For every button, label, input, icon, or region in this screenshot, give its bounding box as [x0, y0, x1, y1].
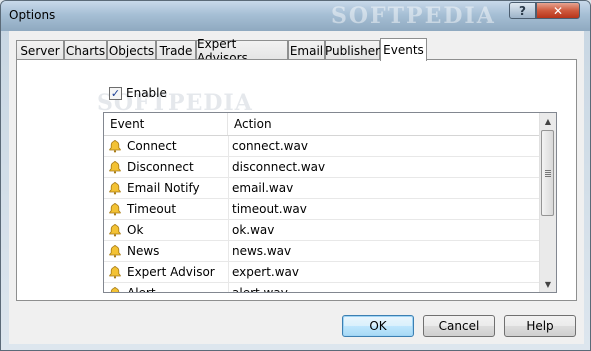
list-item[interactable]: Email Notify email.wav: [104, 178, 541, 199]
list-body: Connect connect.wav Disconnect disconnect.w…: [104, 136, 541, 293]
tab-charts[interactable]: Charts: [64, 40, 107, 60]
bell-icon: [108, 244, 122, 258]
close-button[interactable]: ✕: [536, 2, 580, 19]
ok-button[interactable]: OK: [342, 315, 414, 337]
event-name: Timeout: [127, 202, 177, 216]
event-cell: Timeout: [108, 199, 228, 219]
events-list[interactable]: Event Action Connect connect.wav Disconnec…: [103, 112, 557, 293]
event-cell: Email Notify: [108, 178, 228, 198]
bell-icon: [108, 139, 122, 153]
event-cell: Ok: [108, 220, 228, 240]
list-item[interactable]: Disconnect disconnect.wav: [104, 157, 541, 178]
list-item[interactable]: Alert alert.wav: [104, 283, 541, 293]
vertical-scrollbar[interactable]: ▲ ▼: [539, 113, 556, 292]
list-item[interactable]: News news.wav: [104, 241, 541, 262]
bell-icon: [108, 286, 122, 292]
list-item[interactable]: Connect connect.wav: [104, 136, 541, 157]
list-header: Event Action: [104, 113, 541, 136]
action-cell[interactable]: email.wav: [228, 178, 545, 198]
grip-icon: [544, 169, 551, 177]
tab-expert-advisors[interactable]: Expert Advisors: [196, 37, 288, 65]
close-icon: ✕: [552, 3, 564, 18]
tab-server[interactable]: Server: [16, 40, 64, 60]
bell-icon: [108, 181, 122, 195]
event-cell: News: [108, 241, 228, 261]
title-watermark: SOFTPEDIA: [331, 3, 496, 29]
scroll-down-icon[interactable]: ▼: [540, 276, 556, 292]
column-event[interactable]: Event: [104, 113, 228, 135]
bell-icon: [108, 265, 122, 279]
action-cell[interactable]: ok.wav: [228, 220, 545, 240]
check-icon: ✓: [110, 86, 121, 100]
event-cell: Expert Advisor: [108, 262, 228, 282]
tab-email[interactable]: Email: [288, 40, 325, 60]
options-dialog: SOFTPEDIA Options ? ✕ Server Charts Obje…: [0, 0, 591, 351]
scroll-up-icon[interactable]: ▲: [540, 113, 556, 129]
enable-label[interactable]: Enable: [126, 86, 167, 100]
bell-icon: [108, 160, 122, 174]
tab-events[interactable]: Events: [380, 38, 427, 61]
action-cell[interactable]: disconnect.wav: [228, 157, 545, 177]
event-name: Connect: [127, 139, 177, 153]
event-name: Email Notify: [127, 181, 200, 195]
tab-trade[interactable]: Trade: [156, 40, 196, 60]
event-cell: Alert: [108, 283, 228, 293]
help-button[interactable]: Help: [504, 315, 576, 337]
event-cell: Connect: [108, 136, 228, 156]
event-name: Expert Advisor: [127, 265, 215, 279]
event-name: Alert: [127, 286, 156, 293]
help-title-button[interactable]: ?: [509, 2, 536, 19]
list-item[interactable]: Expert Advisor expert.wav: [104, 262, 541, 283]
list-item[interactable]: Timeout timeout.wav: [104, 199, 541, 220]
event-name: Disconnect: [127, 160, 194, 174]
question-icon: ?: [519, 3, 526, 18]
tab-objects[interactable]: Objects: [107, 40, 156, 60]
bell-icon: [108, 202, 122, 216]
list-item[interactable]: Ok ok.wav: [104, 220, 541, 241]
scroll-thumb[interactable]: [541, 130, 554, 216]
enable-row: ✓ Enable: [109, 86, 167, 100]
window-title: Options: [9, 8, 56, 22]
tab-publisher[interactable]: Publisher: [325, 40, 380, 60]
cancel-button[interactable]: Cancel: [423, 315, 495, 337]
event-cell: Disconnect: [108, 157, 228, 177]
title-bar[interactable]: SOFTPEDIA Options ? ✕: [1, 1, 590, 31]
events-panel: SOFTPEDIA ✓ Enable Event Action Connect c…: [16, 59, 577, 301]
action-cell[interactable]: alert.wav: [228, 283, 545, 292]
column-action[interactable]: Action: [228, 113, 541, 135]
action-cell[interactable]: news.wav: [228, 241, 545, 261]
enable-checkbox[interactable]: ✓: [109, 86, 122, 100]
event-name: News: [127, 244, 160, 258]
action-cell[interactable]: expert.wav: [228, 262, 545, 282]
action-cell[interactable]: timeout.wav: [228, 199, 545, 219]
bell-icon: [108, 223, 122, 237]
dialog-client: Server Charts Objects Trade Expert Advis…: [9, 31, 584, 344]
event-name: Ok: [127, 223, 144, 237]
action-cell[interactable]: connect.wav: [228, 136, 545, 156]
